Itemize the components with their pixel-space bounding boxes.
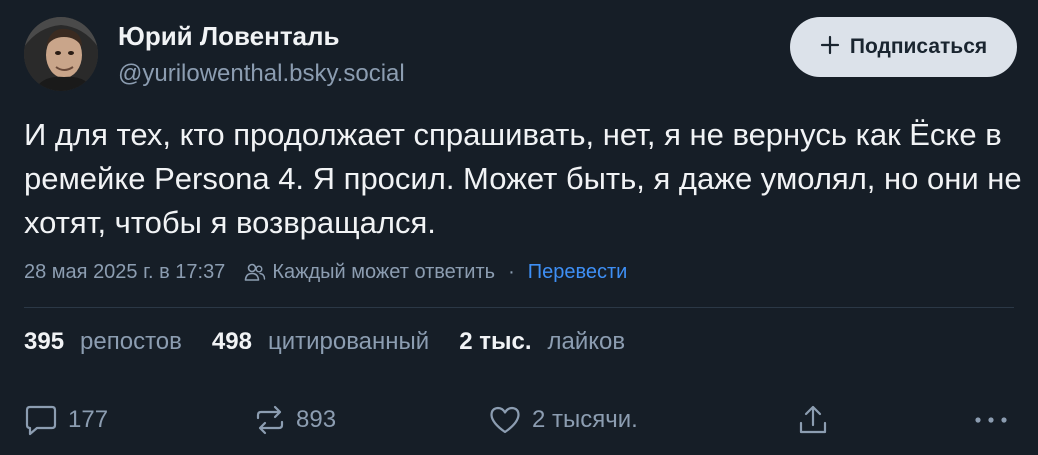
- subscribe-label: Подписаться: [849, 35, 988, 58]
- post-meta: 28 мая 2025 г. в 17:37 Каждый может отве…: [24, 259, 627, 285]
- like-button[interactable]: 2 тысячи.: [488, 402, 638, 438]
- share-icon: [796, 403, 830, 437]
- share-button[interactable]: [796, 402, 830, 438]
- reply-count: 177: [68, 406, 109, 433]
- reposts-label[interactable]: репостов: [80, 328, 182, 356]
- subscribe-button[interactable]: Подписаться: [790, 17, 1017, 77]
- divider: [24, 307, 1014, 308]
- heart-icon: [488, 404, 522, 436]
- meta-separator: ·: [508, 260, 515, 283]
- likes-label[interactable]: лайков: [547, 328, 625, 356]
- likes-count[interactable]: 2 тыс.: [459, 328, 531, 356]
- avatar-photo: [24, 17, 98, 91]
- like-count: 2 тысячи.: [532, 406, 638, 433]
- avatar[interactable]: [24, 17, 98, 91]
- translate-link[interactable]: Перевести: [528, 261, 628, 284]
- repost-button[interactable]: 893: [254, 402, 336, 438]
- author-handle[interactable]: @yurilowenthal.bsky.social: [118, 60, 405, 88]
- reply-icon: [24, 404, 58, 436]
- reply-setting: Каждый может ответить: [272, 260, 496, 283]
- quotes-count[interactable]: 498: [212, 328, 252, 356]
- plus-icon: [820, 31, 840, 61]
- more-button[interactable]: [973, 402, 1009, 438]
- repost-icon: [254, 404, 286, 436]
- post-stats: 395 репостов 498 цитированный 2 тыс. лай…: [24, 328, 655, 356]
- reposts-count[interactable]: 395: [24, 328, 64, 356]
- repost-count: 893: [296, 406, 337, 433]
- post-text: И для тех, кто продолжает спрашивать, не…: [24, 117, 1022, 240]
- post-timestamp[interactable]: 28 мая 2025 г. в 17:37: [24, 261, 225, 284]
- author-name[interactable]: Юрий Ловенталь: [118, 21, 340, 52]
- more-icon: [973, 415, 1009, 425]
- quotes-label[interactable]: цитированный: [268, 328, 429, 356]
- people-icon: [244, 262, 266, 282]
- reply-button[interactable]: 177: [24, 402, 108, 438]
